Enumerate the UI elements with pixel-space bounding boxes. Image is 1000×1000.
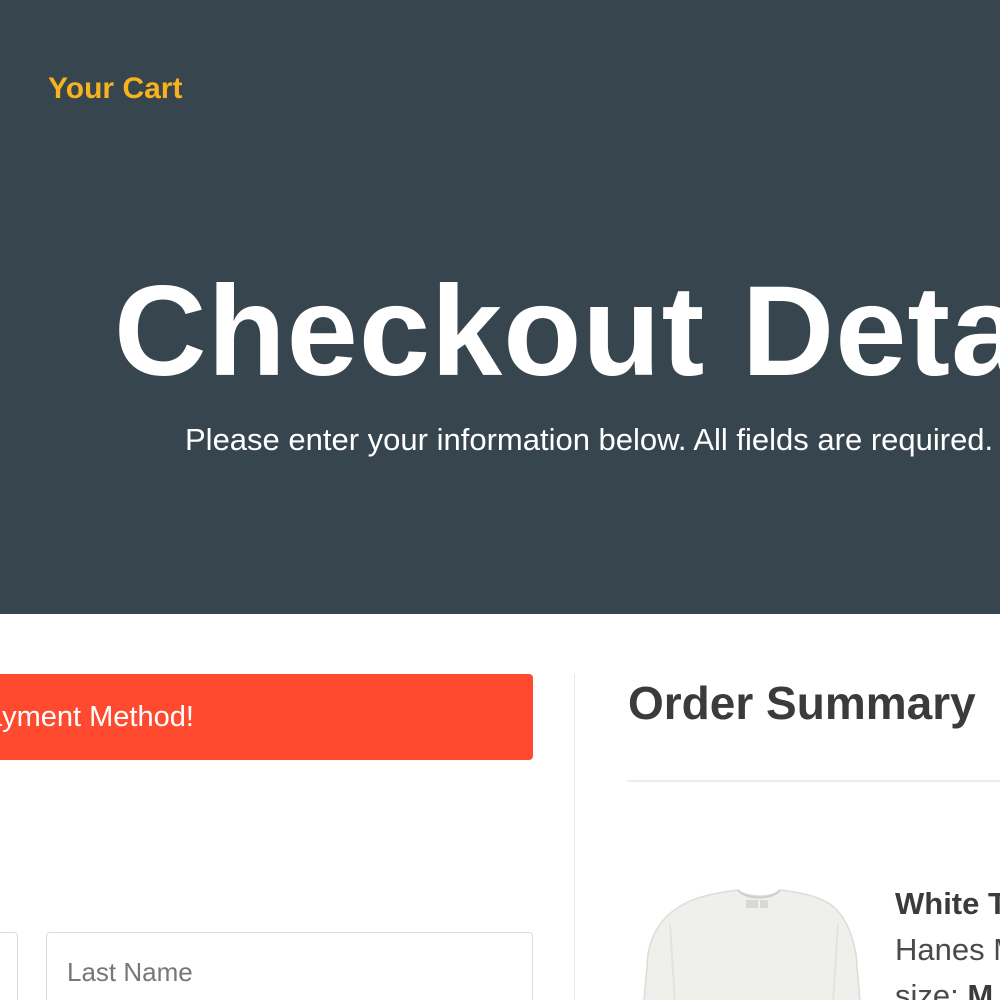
page-subtitle: Please enter your information below. All…	[185, 422, 994, 457]
last-name-field[interactable]	[46, 932, 533, 1000]
product-size-value: M	[967, 978, 994, 1000]
checkout-content: Please add your Payment Method! Order Su…	[0, 614, 1000, 1000]
product-brand: Hanes Men's	[895, 932, 1000, 967]
summary-divider	[627, 780, 1000, 782]
product-name: White T-Shirt	[895, 886, 1000, 921]
page-title: Checkout Details	[114, 260, 1000, 403]
column-divider	[574, 674, 575, 1000]
product-size-label: size:	[895, 978, 959, 1000]
first-name-field[interactable]	[0, 932, 18, 1000]
your-cart-link[interactable]: Your Cart	[48, 72, 182, 106]
page-header: Your Cart Checkout Details Please enter …	[0, 0, 1000, 614]
alert-message: Please add your Payment Method!	[0, 700, 194, 733]
product-size: size: M	[895, 978, 993, 1000]
t-shirt-icon	[643, 889, 861, 1000]
order-summary-title: Order Summary	[628, 677, 976, 729]
t-shirt-image	[630, 884, 870, 1000]
payment-method-alert: Please add your Payment Method!	[0, 674, 533, 760]
